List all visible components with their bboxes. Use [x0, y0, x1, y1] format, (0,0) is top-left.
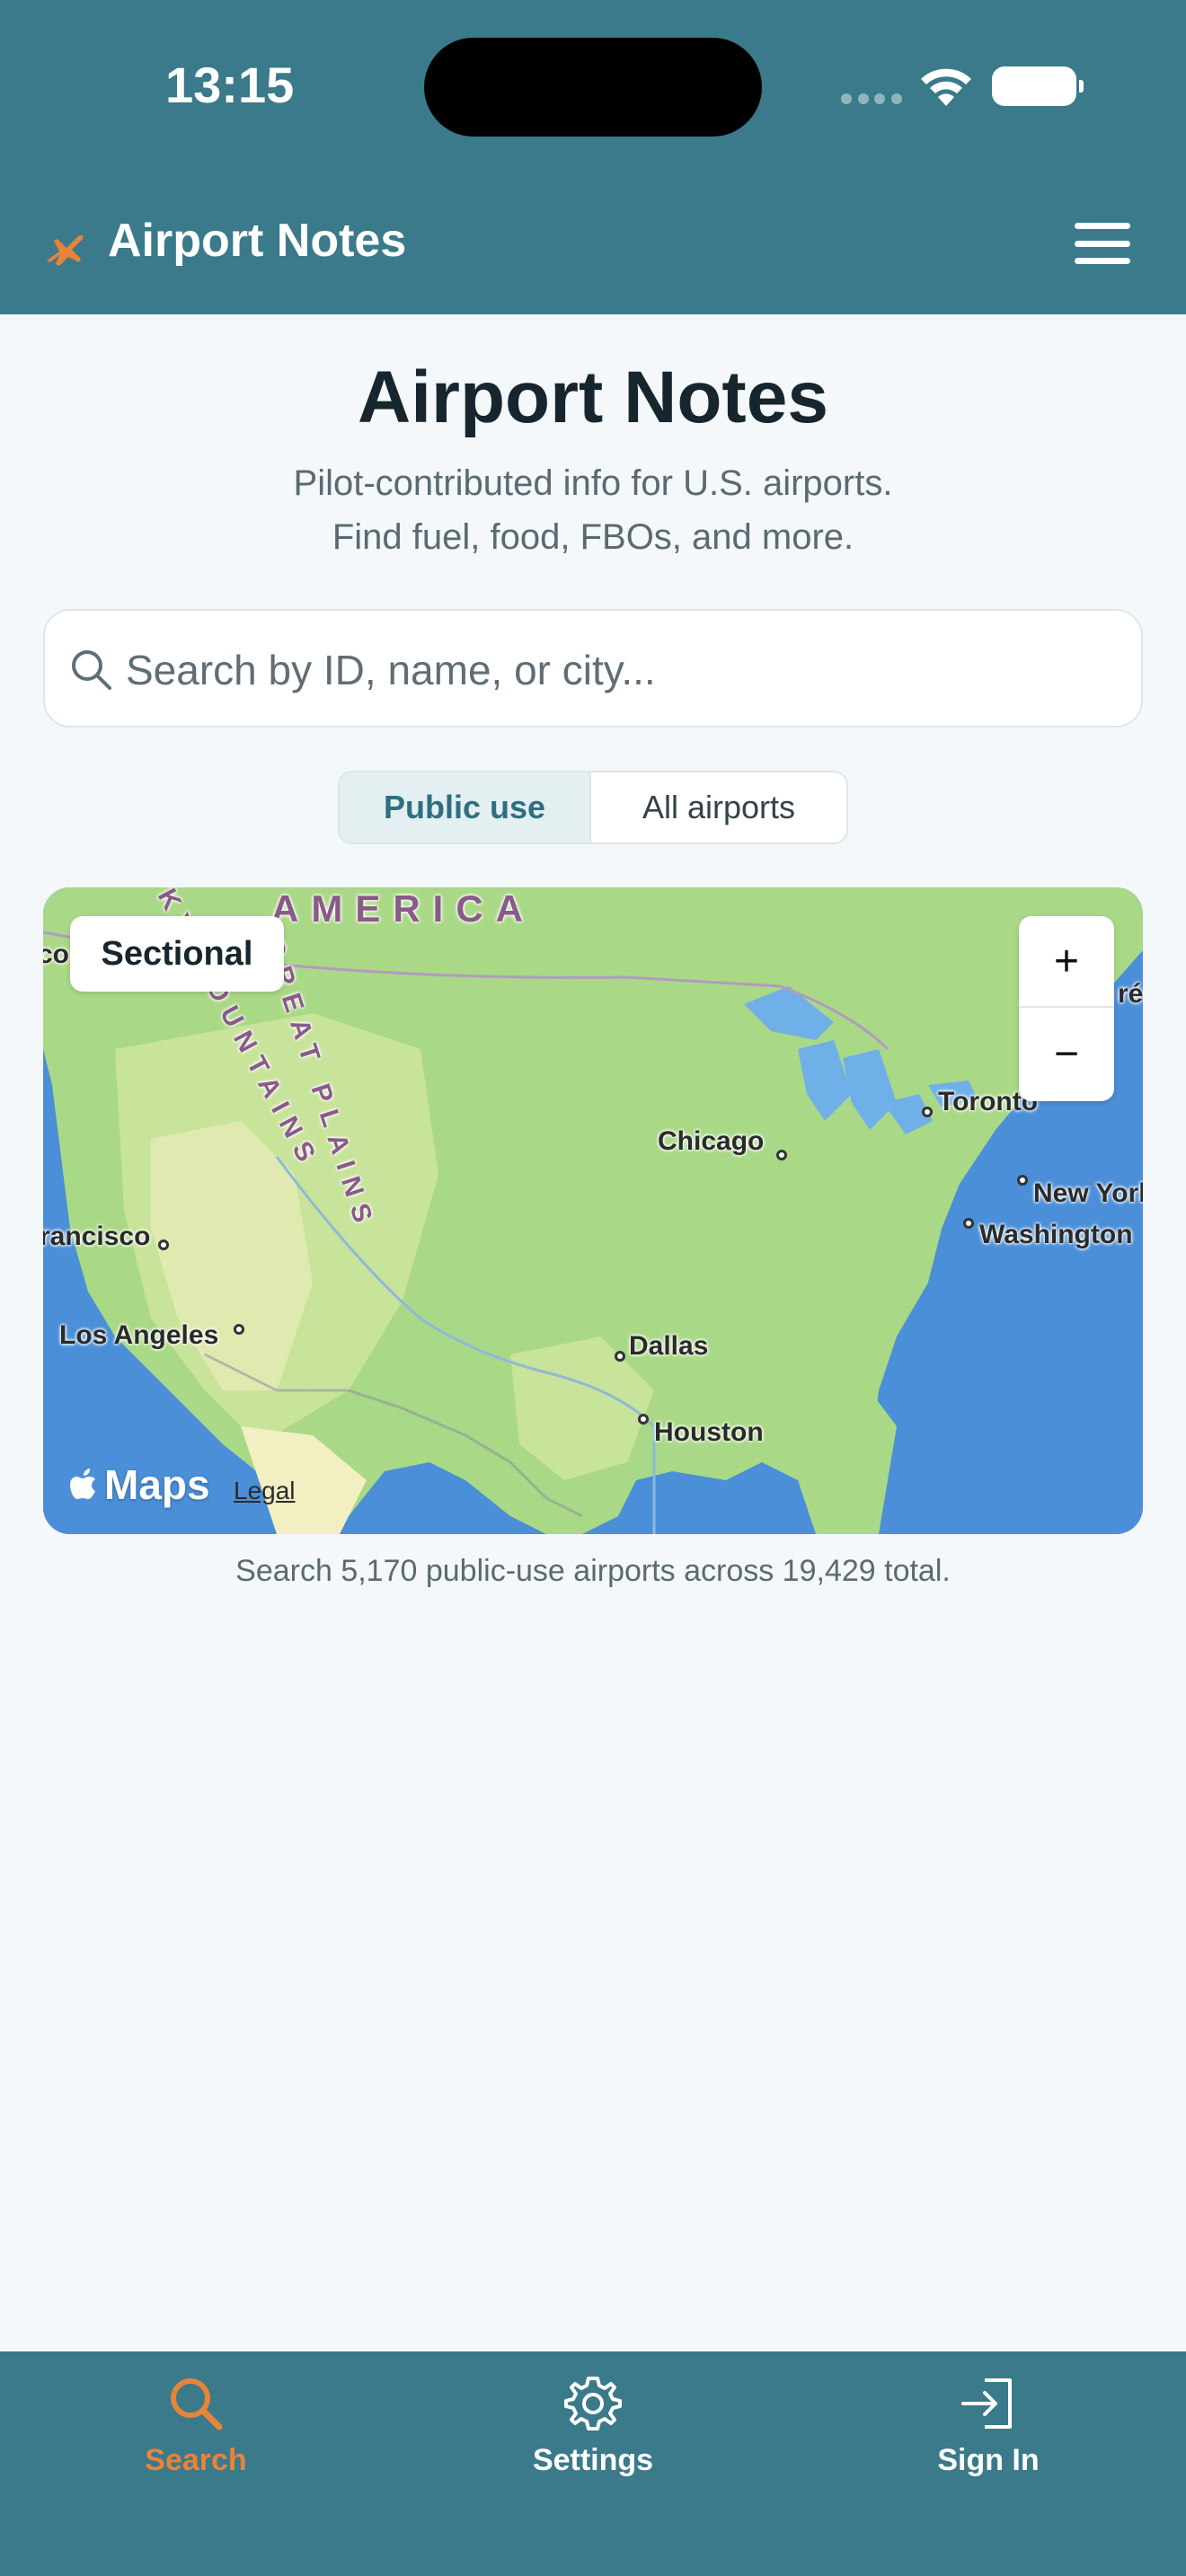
map-label-edge-left: co: [43, 940, 70, 969]
map-label-houston: Houston: [654, 1417, 764, 1447]
dynamic-island: [424, 38, 762, 137]
airplane-icon: [47, 234, 84, 266]
tab-search-label: Search: [145, 2443, 247, 2477]
airport-count-caption: Search 5,170 public-use airports across …: [235, 1554, 951, 1588]
tab-search[interactable]: Search: [88, 2351, 304, 2495]
sectional-layer-button[interactable]: Sectional: [70, 916, 284, 992]
city-dot-houston: [638, 1414, 649, 1425]
hamburger-menu-icon[interactable]: [1075, 223, 1130, 264]
map-label-new-york: New York: [1033, 1178, 1143, 1208]
city-dot-washington: [963, 1218, 974, 1229]
search-input[interactable]: [126, 636, 1114, 704]
status-time: 13:15: [165, 57, 295, 113]
zoom-controls: + −: [1019, 916, 1114, 1101]
gear-icon: [564, 2377, 622, 2430]
sign-in-icon: [961, 2378, 1012, 2429]
map-label-dallas: Dallas: [629, 1331, 709, 1361]
nav-bar: Airport Notes: [0, 180, 1186, 314]
tab-sign-in[interactable]: Sign In: [881, 2351, 1096, 2495]
filter-public-use[interactable]: Public use: [340, 772, 591, 842]
tab-settings[interactable]: Settings: [485, 2351, 701, 2495]
subtitle-line-1: Pilot-contributed info for U.S. airports…: [293, 463, 893, 503]
map-label-edge-right: ré: [1118, 979, 1143, 1009]
app-title: Airport Notes: [108, 215, 407, 267]
tab-settings-label: Settings: [532, 2443, 654, 2477]
subtitle-line-2: Find fuel, food, FBOs, and more.: [332, 517, 854, 557]
city-dot-new-york: [1017, 1175, 1028, 1186]
airport-filter-toggle: Public use All airports: [338, 771, 848, 844]
apple-maps-logo: Maps: [70, 1460, 210, 1509]
tab-sign-in-label: Sign In: [937, 2443, 1040, 2477]
city-dot-los-angeles: [234, 1324, 244, 1335]
legal-link[interactable]: Legal: [234, 1477, 296, 1505]
status-bar: 13:15: [0, 0, 1186, 180]
map-label-chicago: Chicago: [658, 1126, 765, 1156]
city-dot-toronto: [922, 1107, 933, 1117]
tab-bar: Search Settings Sign In: [0, 2351, 1186, 2576]
zoom-out-button[interactable]: −: [1019, 1008, 1114, 1099]
map-label-america: AMERICA: [271, 887, 535, 930]
zoom-in-button[interactable]: +: [1019, 916, 1114, 1008]
search-icon: [72, 650, 111, 690]
search-icon: [171, 2378, 223, 2430]
map-view[interactable]: AMERICA KY MOUNTAINS GREAT PLAINS co ré …: [43, 887, 1143, 1534]
cellular-signal-icon: [841, 93, 902, 106]
city-dot-san-francisco: [158, 1239, 169, 1250]
battery-icon: [992, 66, 1084, 106]
city-dot-chicago: [776, 1150, 787, 1160]
map-label-san-francisco: rancisco: [43, 1222, 151, 1251]
filter-all-airports[interactable]: All airports: [591, 772, 846, 842]
wifi-icon: [921, 68, 971, 106]
page-title: Airport Notes: [358, 357, 828, 438]
map-label-los-angeles: Los Angeles: [59, 1320, 219, 1350]
map-label-washington: Washington: [979, 1220, 1133, 1249]
search-box: [43, 609, 1143, 728]
city-dot-dallas: [615, 1351, 625, 1362]
apple-icon: [70, 1469, 95, 1499]
maps-attribution: Maps: [104, 1461, 210, 1508]
